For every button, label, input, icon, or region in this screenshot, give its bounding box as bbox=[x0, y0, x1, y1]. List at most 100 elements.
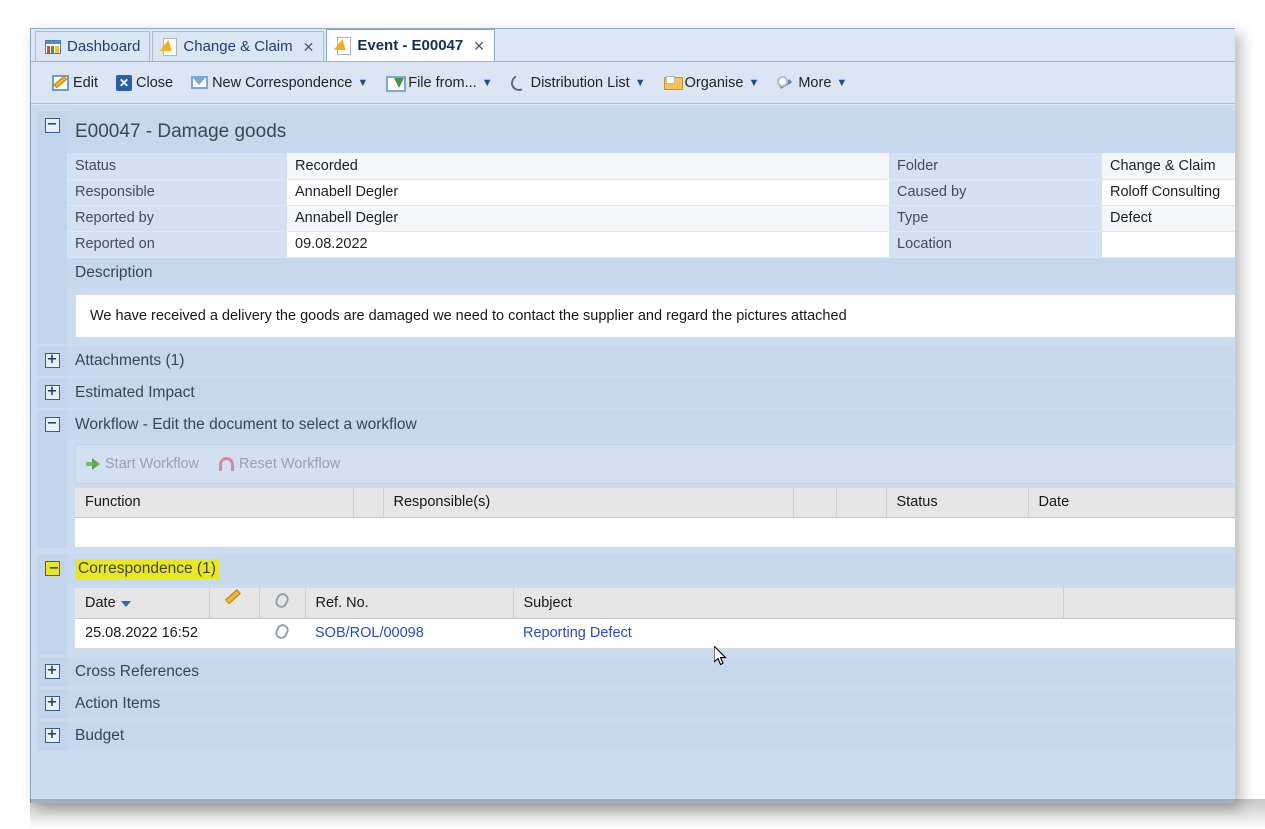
tab-close-icon[interactable]: ✕ bbox=[473, 39, 485, 53]
collapse-toggle-workflow[interactable]: − bbox=[37, 410, 67, 549]
subject-link[interactable]: Reporting Defect bbox=[523, 625, 632, 641]
column-header-attachment[interactable] bbox=[259, 588, 305, 618]
chevron-down-icon: ▼ bbox=[635, 77, 646, 89]
column-header-function[interactable]: Function bbox=[75, 488, 353, 518]
paperclip-icon bbox=[273, 591, 290, 610]
field-row: Responsible Annabell Degler Caused by Ro… bbox=[67, 179, 1235, 205]
column-header-responsible[interactable]: Responsible(s) bbox=[383, 488, 793, 518]
field-label: Status bbox=[67, 153, 287, 179]
event-icon bbox=[162, 38, 177, 55]
field-value-link[interactable]: Change & Claim bbox=[1102, 153, 1235, 179]
column-header-blank-3[interactable] bbox=[836, 488, 886, 518]
field-value: 09.08.2022 bbox=[287, 231, 889, 257]
section-attachments[interactable]: + Attachments (1) bbox=[37, 346, 1235, 376]
cell-attachment[interactable] bbox=[259, 618, 305, 648]
start-workflow-label: Start Workflow bbox=[105, 456, 199, 472]
collapse-toggle-action-items[interactable]: + bbox=[37, 689, 67, 719]
new-correspondence-button[interactable]: New Correspondence ▼ bbox=[182, 70, 377, 96]
edit-button[interactable]: Edit bbox=[43, 70, 107, 96]
table-row[interactable]: 25.08.2022 16:52 SOB/ROL/00098 Reporting… bbox=[75, 618, 1235, 648]
reset-workflow-label: Reset Workflow bbox=[239, 456, 340, 472]
workflow-table: Function Responsible(s) Status Date bbox=[75, 488, 1235, 549]
section-title-attachments: Attachments (1) bbox=[67, 346, 1235, 376]
column-header-date-label: Date bbox=[85, 595, 116, 611]
tab-close-icon[interactable]: ✕ bbox=[303, 40, 315, 54]
tab-event-e00047[interactable]: Event - E00047 ✕ bbox=[326, 29, 495, 61]
chevron-down-icon: ▼ bbox=[836, 77, 847, 89]
workflow-actions: Start Workflow Reset Workflow bbox=[75, 444, 1235, 484]
column-header-date[interactable]: Date bbox=[75, 588, 209, 618]
plus-icon[interactable]: + bbox=[45, 385, 60, 400]
field-value: Roloff Consulting bbox=[1102, 179, 1235, 205]
plus-icon[interactable]: + bbox=[45, 353, 60, 368]
field-row: Reported by Annabell Degler Type Defect bbox=[67, 205, 1235, 231]
more-button[interactable]: More ▼ bbox=[768, 70, 856, 96]
minus-icon[interactable]: − bbox=[45, 561, 60, 576]
collapse-toggle-correspondence[interactable]: − bbox=[37, 554, 67, 655]
page-title: E00047 - Damage goods bbox=[67, 111, 1235, 153]
cell-date: 25.08.2022 16:52 bbox=[75, 618, 209, 648]
column-header-status[interactable]: Status bbox=[886, 488, 1028, 518]
column-header-blank-2[interactable] bbox=[793, 488, 836, 518]
section-cross-references[interactable]: + Cross References bbox=[37, 657, 1235, 687]
column-header-subject[interactable]: Subject bbox=[513, 588, 1063, 618]
minus-icon[interactable]: − bbox=[45, 118, 60, 133]
organise-button[interactable]: Organise ▼ bbox=[655, 70, 769, 96]
table-header-row: Date Ref. No. Subject bbox=[75, 588, 1235, 618]
column-header-ref-no[interactable]: Ref. No. bbox=[305, 588, 513, 618]
section-title-workflow: Workflow - Edit the document to select a… bbox=[67, 410, 1235, 440]
tab-bar: Dashboard Change & Claim ✕ Event - E0004… bbox=[31, 29, 1235, 62]
field-label: Responsible bbox=[67, 179, 287, 205]
collapse-toggle-estimated-impact[interactable]: + bbox=[37, 378, 67, 408]
dashboard-icon bbox=[45, 40, 61, 54]
window-bottom-shadow bbox=[30, 799, 1265, 829]
tab-dashboard[interactable]: Dashboard bbox=[35, 31, 150, 61]
file-from-button[interactable]: File from... ▼ bbox=[377, 70, 501, 96]
distribution-list-icon bbox=[508, 72, 529, 93]
cell-blank bbox=[1063, 618, 1235, 648]
tab-label: Dashboard bbox=[67, 38, 140, 55]
minus-icon[interactable]: − bbox=[45, 417, 60, 432]
collapse-toggle-header[interactable]: − bbox=[37, 111, 67, 344]
cell-ref-no[interactable]: SOB/ROL/00098 bbox=[305, 618, 513, 648]
column-header-date[interactable]: Date bbox=[1028, 488, 1235, 518]
plus-icon[interactable]: + bbox=[45, 696, 60, 711]
distribution-list-button[interactable]: Distribution List ▼ bbox=[502, 70, 655, 96]
close-button-label: Close bbox=[136, 75, 173, 91]
reset-icon bbox=[219, 457, 234, 471]
close-button[interactable]: ✕ Close bbox=[107, 70, 182, 96]
section-estimated-impact[interactable]: + Estimated Impact bbox=[37, 378, 1235, 408]
section-title-action-items: Action Items bbox=[67, 689, 1235, 719]
column-header-blank[interactable] bbox=[1063, 588, 1235, 618]
field-value: Annabell Degler bbox=[287, 205, 889, 231]
section-title-partial-bottom: Budget bbox=[67, 721, 1235, 751]
description-text: We have received a delivery the goods ar… bbox=[75, 294, 1235, 338]
tab-change-and-claim[interactable]: Change & Claim ✕ bbox=[152, 31, 324, 61]
field-row: Reported on 09.08.2022 Location bbox=[67, 231, 1235, 257]
plus-icon[interactable]: + bbox=[45, 664, 60, 679]
table-empty-row bbox=[75, 518, 1235, 548]
field-label: Reported by bbox=[67, 205, 287, 231]
collapse-toggle-cross-references[interactable]: + bbox=[37, 657, 67, 687]
plus-icon[interactable]: + bbox=[45, 728, 60, 743]
field-row: Status Recorded Folder Change & Claim bbox=[67, 153, 1235, 179]
event-icon bbox=[336, 37, 351, 54]
cell-subject[interactable]: Reporting Defect bbox=[513, 618, 1063, 648]
collapse-toggle-partial-bottom[interactable]: + bbox=[37, 721, 67, 751]
collapse-toggle-attachments[interactable]: + bbox=[37, 346, 67, 376]
file-from-icon bbox=[386, 76, 404, 90]
pencil-icon bbox=[227, 594, 240, 607]
sort-desc-icon bbox=[121, 601, 131, 607]
field-label: Type bbox=[889, 205, 1102, 231]
section-title-correspondence-text: Correspondence (1) bbox=[75, 559, 219, 579]
column-header-edit[interactable] bbox=[209, 588, 259, 618]
section-action-items[interactable]: + Action Items bbox=[37, 689, 1235, 719]
section-document-header: − E00047 - Damage goods Status Recorded … bbox=[37, 111, 1235, 344]
cell-edit[interactable] bbox=[209, 618, 259, 648]
mail-icon bbox=[191, 76, 208, 89]
paperclip-icon[interactable] bbox=[273, 622, 290, 641]
section-partial-bottom[interactable]: + Budget bbox=[37, 721, 1235, 751]
more-label: More bbox=[798, 75, 831, 91]
column-header-blank-1[interactable] bbox=[353, 488, 383, 518]
ref-no-link[interactable]: SOB/ROL/00098 bbox=[315, 625, 424, 641]
